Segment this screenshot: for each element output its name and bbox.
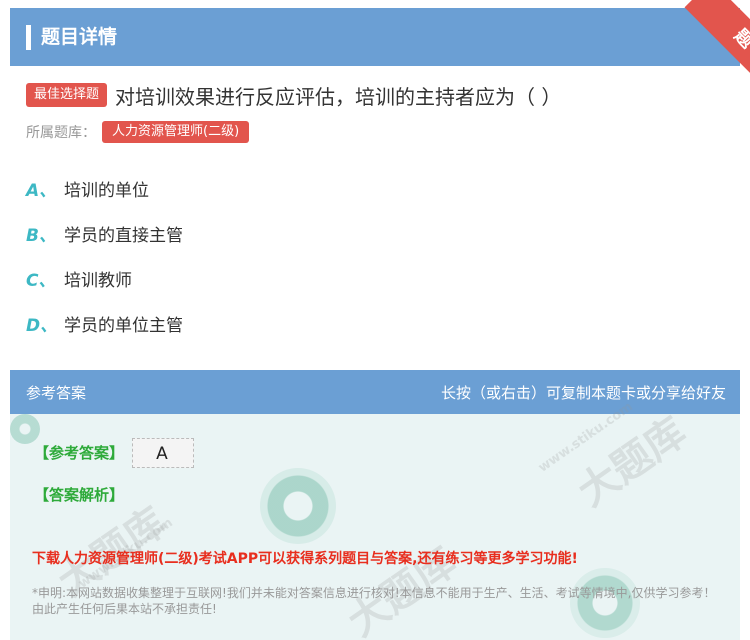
question-type-badge: 最佳选择题 bbox=[26, 83, 108, 107]
category-row: 所属题库： 人力资源管理师(二级) bbox=[26, 120, 250, 144]
option-letter: C、 bbox=[26, 270, 56, 291]
category-badge[interactable]: 人力资源管理师(二级) bbox=[102, 121, 250, 143]
watermark-logo-icon bbox=[10, 414, 40, 444]
answer-panel-header: 参考答案 长按（或右击）可复制本题卡或分享给好友 bbox=[10, 370, 740, 414]
option-c[interactable]: C、 培训教师 bbox=[26, 264, 132, 292]
option-letter: B、 bbox=[26, 225, 56, 246]
share-hint: 长按（或右击）可复制本题卡或分享给好友 bbox=[440, 384, 726, 402]
question-row: 最佳选择题 对培训效果进行反应评估，培训的主持者应为（ ） bbox=[26, 80, 561, 110]
analysis-label: 【答案解析】 bbox=[34, 486, 125, 504]
option-b[interactable]: B、 学员的直接主管 bbox=[26, 219, 183, 247]
option-letter: D、 bbox=[26, 315, 58, 336]
option-a[interactable]: A、 培训的单位 bbox=[26, 174, 149, 202]
option-text: 培训教师 bbox=[64, 270, 132, 291]
reference-answer-label: 【参考答案】 bbox=[34, 444, 125, 462]
option-letter: A、 bbox=[26, 180, 57, 201]
disclaimer-text: *申明:本网站数据收集整理于互联网!我们并未能对答案信息进行核对!本信息不能用于… bbox=[32, 586, 716, 616]
category-label: 所属题库： bbox=[26, 125, 96, 141]
ribbon-label: 题卡 bbox=[684, 0, 750, 114]
app-download-promo[interactable]: 下载人力资源管理师(二级)考试APP可以获得系列题目与答案,还有练习等更多学习功… bbox=[32, 548, 578, 568]
question-card-ribbon[interactable]: 题卡 bbox=[658, 0, 750, 118]
question-text: 对培训效果进行反应评估，培训的主持者应为（ ） bbox=[115, 84, 562, 109]
header-bar: 题目详情 bbox=[10, 8, 740, 66]
option-d[interactable]: D、 学员的单位主管 bbox=[26, 309, 183, 337]
option-text: 学员的直接主管 bbox=[64, 225, 183, 246]
watermark-text: 大题库 bbox=[569, 409, 695, 516]
answer-panel: 参考答案 长按（或右击）可复制本题卡或分享给好友 大题库 大题库 大题库 www… bbox=[10, 370, 740, 640]
watermark-logo-icon bbox=[260, 468, 336, 544]
page-title: 题目详情 bbox=[41, 26, 118, 48]
header-accent bbox=[26, 25, 31, 50]
option-text: 培训的单位 bbox=[64, 180, 149, 201]
reference-answer-value: A bbox=[132, 438, 194, 468]
answer-panel-title: 参考答案 bbox=[26, 384, 87, 402]
option-text: 学员的单位主管 bbox=[64, 315, 183, 336]
